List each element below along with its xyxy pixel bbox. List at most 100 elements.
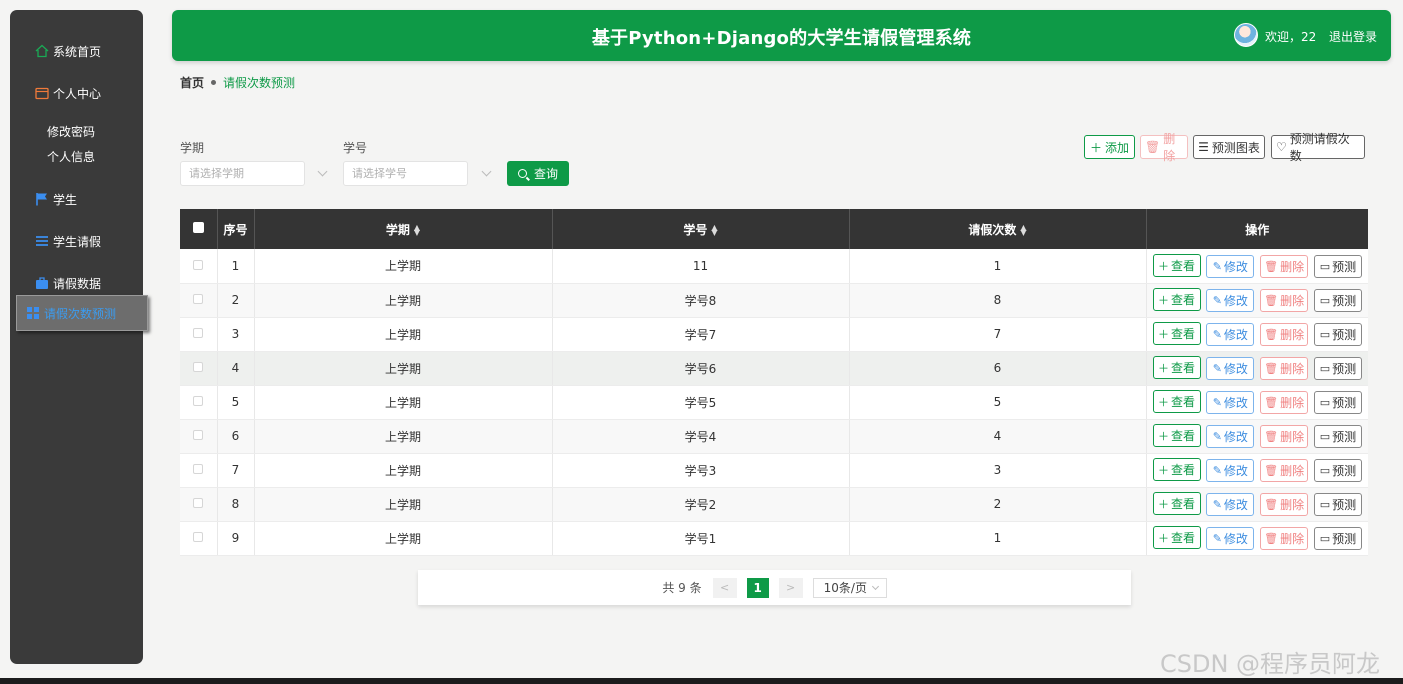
column-header-semester[interactable]: 学期 ▲ ▼: [254, 209, 553, 249]
student-no-select[interactable]: 请选择学号: [343, 161, 468, 186]
row-checkbox-cell[interactable]: [180, 283, 218, 318]
row-checkbox-cell[interactable]: [180, 419, 218, 454]
pagination-total: 共 9 条: [662, 581, 702, 595]
add-button[interactable]: ＋添加: [1084, 135, 1135, 159]
edit-button[interactable]: ✎ 修改: [1206, 356, 1255, 380]
row-checkbox[interactable]: [193, 430, 204, 440]
semester-label: 学期: [180, 141, 205, 155]
predict-button[interactable]: ▭ 预测: [1313, 322, 1362, 346]
delete-row-button[interactable]: 🗑 删除: [1260, 356, 1309, 380]
chevron-down-icon[interactable]: [317, 166, 328, 177]
table-row: 2 上学期 学号8 8 ＋查看 ✎ 修改 🗑 删除 ▭ 预测: [180, 283, 1368, 318]
edit-button[interactable]: ✎ 修改: [1206, 254, 1255, 278]
view-button[interactable]: ＋查看: [1152, 322, 1201, 346]
table-row: 6 上学期 学号4 4 ＋查看 ✎ 修改 🗑 删除 ▭ 预测: [180, 419, 1368, 454]
row-checkbox[interactable]: [193, 396, 204, 406]
row-checkbox-cell[interactable]: [180, 351, 218, 386]
predict-button[interactable]: ▭ 预测: [1313, 458, 1362, 482]
sidebar-item-leave-data[interactable]: 请假数据: [10, 272, 143, 294]
row-checkbox[interactable]: [193, 498, 204, 508]
edit-button-label: 修改: [1223, 429, 1248, 444]
breadcrumb-current: 请假次数预测: [223, 76, 296, 90]
row-checkbox-cell[interactable]: [180, 317, 218, 352]
sort-icon[interactable]: ▲ ▼: [1020, 224, 1026, 237]
breadcrumb-home[interactable]: 首页: [180, 74, 204, 91]
delete-row-button[interactable]: 🗑 删除: [1260, 254, 1309, 278]
sidebar-item-home[interactable]: 系统首页: [10, 40, 143, 62]
delete-row-button[interactable]: 🗑 删除: [1260, 458, 1309, 482]
predict-button[interactable]: ▭ 预测: [1313, 356, 1362, 380]
sidebar-item-change-password[interactable]: 修改密码: [47, 123, 95, 140]
view-button[interactable]: ＋查看: [1152, 390, 1201, 414]
row-checkbox[interactable]: [193, 328, 204, 338]
row-checkbox-cell[interactable]: [180, 453, 218, 488]
sort-icon[interactable]: ▲ ▼: [414, 224, 420, 237]
row-checkbox-cell[interactable]: [180, 487, 218, 522]
row-checkbox[interactable]: [193, 532, 204, 542]
delete-row-button[interactable]: 🗑 删除: [1260, 322, 1309, 346]
prev-page-button[interactable]: <: [712, 577, 737, 598]
delete-row-button[interactable]: 🗑 删除: [1260, 288, 1309, 312]
view-button[interactable]: ＋查看: [1152, 424, 1201, 448]
predict-button[interactable]: ▭ 预测: [1313, 288, 1362, 312]
view-button[interactable]: ＋查看: [1152, 356, 1201, 380]
edit-button[interactable]: ✎ 修改: [1206, 288, 1255, 312]
row-checkbox[interactable]: [193, 464, 204, 474]
view-button[interactable]: ＋查看: [1152, 526, 1201, 550]
predict-count-button[interactable]: ♡ 预测请假次数: [1271, 132, 1365, 163]
delete-row-button[interactable]: 🗑 删除: [1260, 390, 1309, 414]
sidebar-item-student[interactable]: 学生: [10, 188, 143, 210]
delete-button[interactable]: 🗑 删除: [1140, 132, 1188, 163]
delete-row-button[interactable]: 🗑 删除: [1260, 492, 1309, 516]
row-checkbox-cell[interactable]: [180, 249, 218, 284]
column-header-student-no[interactable]: 学号 ▲ ▼: [552, 209, 850, 249]
select-all-checkbox-cell[interactable]: [180, 209, 218, 249]
page-number-button[interactable]: 1: [746, 577, 769, 598]
edit-button[interactable]: ✎ 修改: [1206, 322, 1255, 346]
sidebar-item-student-leave[interactable]: 学生请假: [10, 230, 143, 252]
page-size-select[interactable]: 10条/页: [812, 577, 887, 598]
predict-chart-button[interactable]: ☰ 预测图表: [1193, 135, 1265, 159]
predict-button[interactable]: ▭ 预测: [1313, 390, 1362, 414]
column-header-leave-count[interactable]: 请假次数 ▲ ▼: [849, 209, 1147, 249]
sidebar-item-personal-info[interactable]: 个人信息: [47, 148, 95, 165]
predict-button[interactable]: ▭ 预测: [1313, 492, 1362, 516]
cell-index: 2: [217, 283, 255, 318]
predict-button[interactable]: ▭ 预测: [1313, 254, 1362, 278]
row-checkbox-cell[interactable]: [180, 521, 218, 556]
view-button[interactable]: ＋查看: [1152, 254, 1201, 277]
row-checkbox[interactable]: [193, 259, 204, 270]
predict-button[interactable]: ▭ 预测: [1313, 424, 1362, 448]
next-page-button[interactable]: >: [778, 577, 803, 598]
delete-row-button[interactable]: 🗑 删除: [1260, 424, 1309, 448]
logout-link[interactable]: 退出登录: [1329, 28, 1377, 45]
sidebar-item-personal-center[interactable]: 个人中心: [10, 82, 143, 104]
edit-button[interactable]: ✎ 修改: [1206, 390, 1255, 414]
edit-button[interactable]: ✎ 修改: [1206, 526, 1255, 550]
row-checkbox-cell[interactable]: [180, 385, 218, 420]
cell-actions: ＋查看 ✎ 修改 🗑 删除 ▭ 预测: [1146, 453, 1368, 488]
edit-button[interactable]: ✎ 修改: [1206, 424, 1255, 448]
message-icon: ▭: [1319, 293, 1331, 307]
chevron-down-icon[interactable]: [481, 166, 492, 177]
top-header: 基于Python+Django的大学生请假管理系统 欢迎，22 退出登录: [172, 10, 1391, 61]
sidebar-item-leave-count-predict[interactable]: 请假次数预测: [16, 295, 148, 331]
delete-row-button[interactable]: 🗑 删除: [1260, 526, 1309, 550]
predict-button[interactable]: ▭ 预测: [1313, 526, 1362, 550]
table-row: 7 上学期 学号3 3 ＋查看 ✎ 修改 🗑 删除 ▭ 预测: [180, 453, 1368, 488]
row-checkbox[interactable]: [193, 362, 204, 372]
select-all-checkbox[interactable]: [192, 222, 204, 233]
view-button[interactable]: ＋查看: [1152, 288, 1201, 312]
semester-select[interactable]: 请选择学期: [180, 161, 305, 186]
view-button[interactable]: ＋查看: [1152, 458, 1201, 482]
avatar[interactable]: [1234, 23, 1258, 47]
bottom-bar: [0, 678, 1403, 684]
edit-button[interactable]: ✎ 修改: [1206, 492, 1255, 516]
edit-button[interactable]: ✎ 修改: [1206, 458, 1255, 482]
view-button-label: 查看: [1170, 327, 1195, 342]
sort-icon[interactable]: ▲ ▼: [711, 224, 717, 237]
plus-icon: ＋: [1157, 497, 1169, 511]
view-button[interactable]: ＋查看: [1152, 492, 1201, 516]
row-checkbox[interactable]: [193, 294, 204, 304]
query-button[interactable]: 查询: [507, 161, 569, 186]
